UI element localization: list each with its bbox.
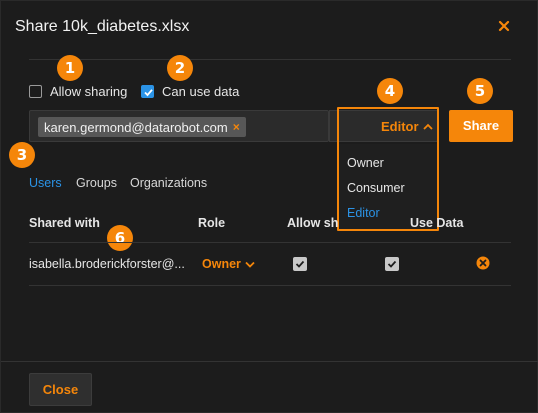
recipient-chip: karen.germond@datarobot.com × xyxy=(38,117,246,137)
step-badge-3: 3 xyxy=(9,142,35,168)
chevron-down-icon xyxy=(245,261,255,268)
checkbox-unchecked-icon xyxy=(29,85,42,98)
footer-divider xyxy=(1,361,538,362)
column-header-use-data: Use Data xyxy=(410,216,464,230)
remove-user-icon[interactable] xyxy=(476,256,490,270)
shared-user-email: isabella.broderickforster@... xyxy=(29,257,185,271)
checkbox-checked-icon xyxy=(141,85,154,98)
step-badge-5: 5 xyxy=(467,78,493,104)
row-use-data-checkbox[interactable] xyxy=(385,257,399,271)
table-header-divider xyxy=(29,242,511,243)
allow-sharing-checkbox[interactable]: Allow sharing xyxy=(29,84,127,99)
column-header-shared-with: Shared with xyxy=(29,216,100,230)
allow-sharing-label: Allow sharing xyxy=(50,84,128,99)
tab-organizations[interactable]: Organizations xyxy=(130,176,207,190)
can-use-data-label: Can use data xyxy=(162,84,240,99)
can-use-data-checkbox[interactable]: Can use data xyxy=(141,84,239,99)
dialog-title: Share 10k_diabetes.xlsx xyxy=(15,18,190,35)
share-button[interactable]: Share xyxy=(449,110,513,142)
row-allow-share-checkbox[interactable] xyxy=(293,257,307,271)
column-header-role: Role xyxy=(198,216,226,230)
column-header-allow-share: Allow sh xyxy=(287,216,339,230)
step-badge-2: 2 xyxy=(167,55,193,81)
remove-recipient-icon[interactable]: × xyxy=(233,120,240,134)
close-icon[interactable] xyxy=(498,20,510,32)
row-role-label: Owner xyxy=(202,257,241,271)
checkmark-icon xyxy=(295,260,305,268)
step-badge-6: 6 xyxy=(107,225,133,251)
recipient-chip-email: karen.germond@datarobot.com xyxy=(44,119,228,135)
step-badge-4: 4 xyxy=(377,78,403,104)
table-row-divider xyxy=(29,285,511,286)
step-badge-1: 1 xyxy=(57,55,83,81)
share-dialog: Share 10k_diabetes.xlsx 1 2 3 4 5 6 Allo… xyxy=(0,0,538,413)
recipient-input[interactable]: karen.germond@datarobot.com × xyxy=(29,110,329,142)
tab-users[interactable]: Users xyxy=(29,176,62,190)
checkmark-icon xyxy=(387,260,397,268)
row-role-select[interactable]: Owner xyxy=(202,257,255,271)
close-button[interactable]: Close xyxy=(29,373,92,406)
tab-groups[interactable]: Groups xyxy=(76,176,117,190)
header-divider xyxy=(29,59,511,60)
dropdown-highlight-frame xyxy=(337,107,439,231)
